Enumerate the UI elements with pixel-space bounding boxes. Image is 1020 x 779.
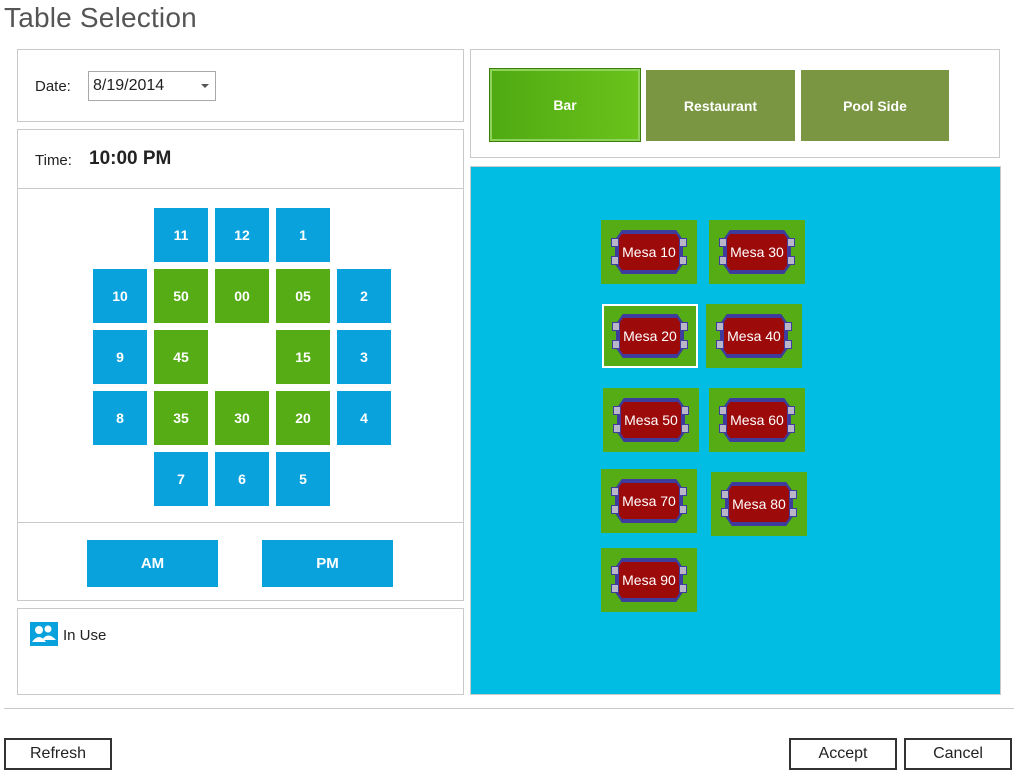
users-icon [30,622,58,646]
minute-35[interactable]: 35 [154,391,208,445]
refresh-button[interactable]: Refresh [4,738,112,770]
time-divider [18,188,463,189]
hour-1[interactable]: 1 [276,208,330,262]
table-graphic: Mesa 70 [611,479,687,523]
date-panel [17,49,464,122]
table-name: Mesa 50 [624,412,678,428]
table-graphic: Mesa 20 [612,314,688,358]
minute-00[interactable]: 00 [215,269,269,323]
table-graphic: Mesa 50 [613,398,689,442]
hour-3[interactable]: 3 [337,330,391,384]
hour-12[interactable]: 12 [215,208,269,262]
footer-divider [4,708,1014,709]
time-panel [17,129,464,601]
cancel-button[interactable]: Cancel [904,738,1012,770]
minute-15[interactable]: 15 [276,330,330,384]
table-name: Mesa 10 [622,244,676,260]
in-use-label: In Use [63,627,107,644]
table-mesa-70[interactable]: Mesa 70 [601,469,697,533]
table-mesa-80[interactable]: Mesa 80 [711,472,807,536]
table-name: Mesa 40 [727,328,781,344]
table-mesa-50[interactable]: Mesa 50 [603,388,699,452]
hour-10[interactable]: 10 [93,269,147,323]
table-graphic: Mesa 10 [611,230,687,274]
minute-30[interactable]: 30 [215,391,269,445]
area-restaurant-button[interactable]: Restaurant [646,70,795,141]
table-mesa-30[interactable]: Mesa 30 [709,220,805,284]
minute-50[interactable]: 50 [154,269,208,323]
hour-9[interactable]: 9 [93,330,147,384]
table-name: Mesa 70 [622,493,676,509]
date-label: Date: [35,78,71,95]
hour-6[interactable]: 6 [215,452,269,506]
chevron-down-icon[interactable] [201,84,209,88]
ampm-divider [18,522,463,523]
hour-8[interactable]: 8 [93,391,147,445]
table-graphic: Mesa 60 [719,398,795,442]
area-pool-side-button[interactable]: Pool Side [801,70,949,141]
table-mesa-10[interactable]: Mesa 10 [601,220,697,284]
time-label: Time: [35,152,72,169]
hour-7[interactable]: 7 [154,452,208,506]
table-graphic: Mesa 30 [719,230,795,274]
table-graphic: Mesa 40 [716,314,792,358]
pm-button[interactable]: PM [262,540,393,587]
table-name: Mesa 60 [730,412,784,428]
hour-11[interactable]: 11 [154,208,208,262]
table-mesa-90[interactable]: Mesa 90 [601,548,697,612]
date-picker[interactable]: 8/19/2014 [88,71,216,101]
hour-5[interactable]: 5 [276,452,330,506]
table-graphic: Mesa 90 [611,558,687,602]
table-name: Mesa 90 [622,572,676,588]
am-button[interactable]: AM [87,540,218,587]
table-mesa-40[interactable]: Mesa 40 [706,304,802,368]
minute-45[interactable]: 45 [154,330,208,384]
hour-4[interactable]: 4 [337,391,391,445]
table-name: Mesa 30 [730,244,784,260]
date-value: 8/19/2014 [93,77,165,94]
table-name: Mesa 20 [623,328,677,344]
time-value: 10:00 PM [89,148,172,169]
area-bar-button[interactable]: Bar [489,68,641,142]
minute-20[interactable]: 20 [276,391,330,445]
accept-button[interactable]: Accept [789,738,897,770]
window-title: Table Selection [4,2,197,33]
minute-05[interactable]: 05 [276,269,330,323]
table-name: Mesa 80 [732,496,786,512]
hour-2[interactable]: 2 [337,269,391,323]
table-graphic: Mesa 80 [721,482,797,526]
table-mesa-60[interactable]: Mesa 60 [709,388,805,452]
legend-panel [17,608,464,695]
table-mesa-20[interactable]: Mesa 20 [602,304,698,368]
